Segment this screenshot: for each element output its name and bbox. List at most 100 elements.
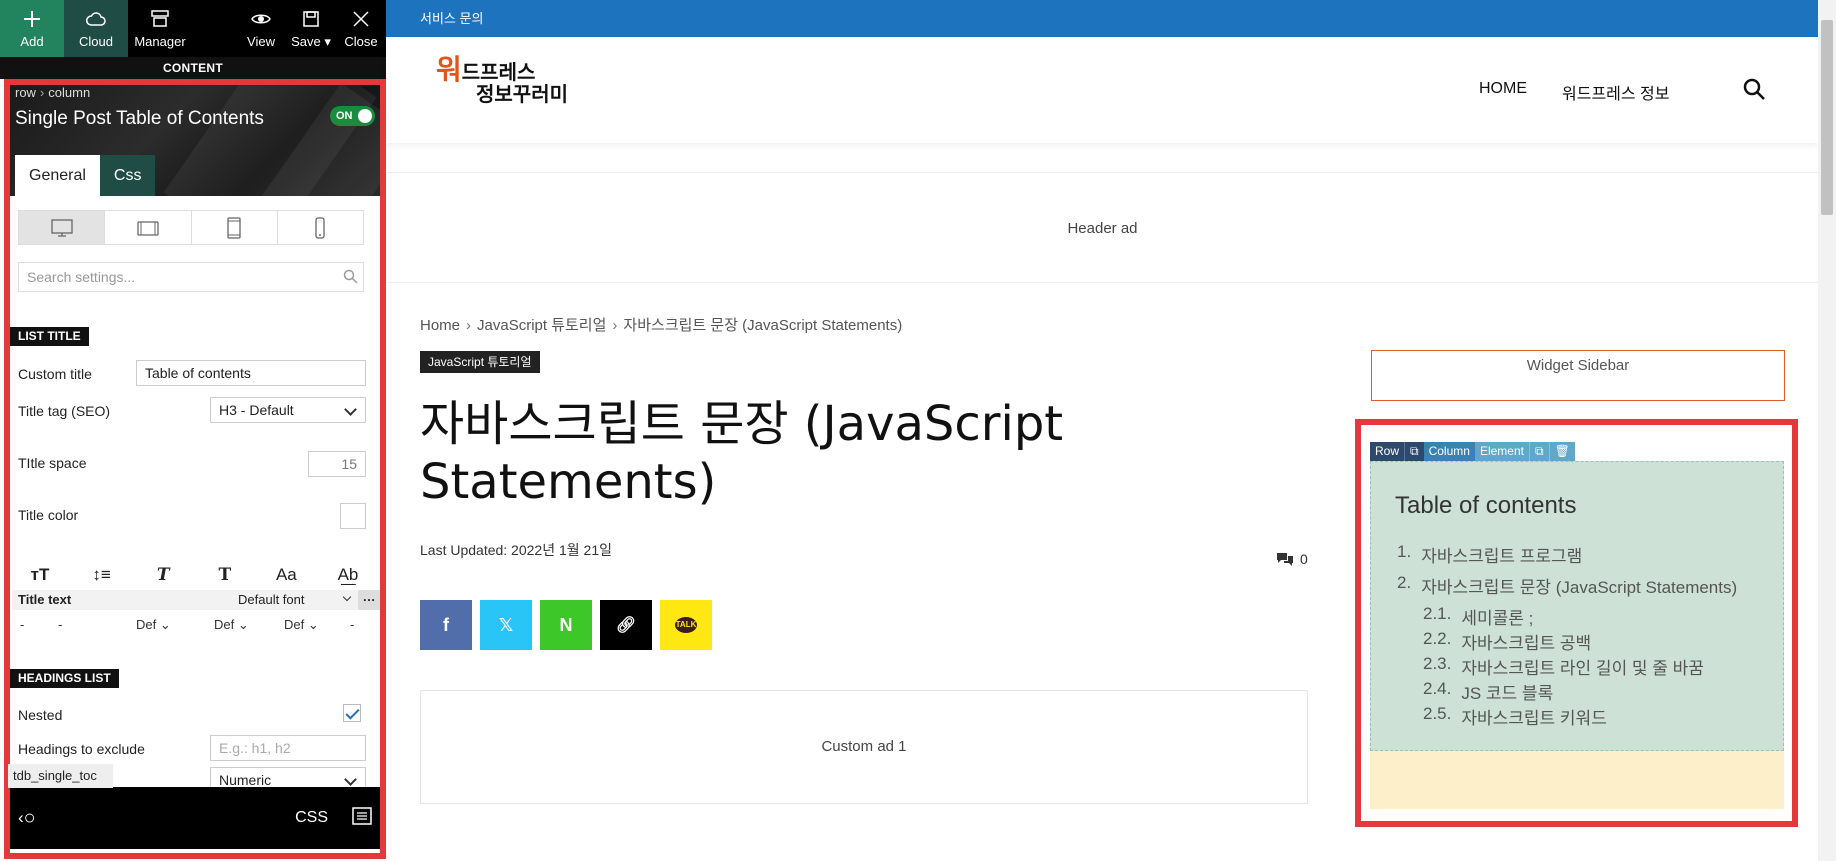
editor-toolbar: Add Cloud Manager View Save ▾ Close (0, 0, 386, 57)
toc-item[interactable]: 2. 자바스크립트 문장 (JavaScript Statements) (1397, 573, 1737, 604)
edit-row-button[interactable]: Row (1370, 442, 1405, 461)
save-button[interactable]: Save ▾ (286, 0, 336, 57)
tab-general[interactable]: General (15, 155, 100, 196)
device-tablet-landscape[interactable] (105, 211, 192, 244)
font-weight-icon[interactable]: T (209, 565, 241, 585)
toc-sub-item[interactable]: 2.3. 자바스크립트 라인 길이 및 줄 바꿈 (1397, 654, 1737, 679)
typography-values: - - Def ⌄ Def ⌄ Def ⌄ - (20, 617, 370, 633)
edit-element-button[interactable]: Element (1474, 442, 1529, 461)
duplicate-row-icon[interactable]: ⧉ (1404, 442, 1424, 461)
device-desktop[interactable] (19, 211, 106, 244)
font-style-value[interactable]: Def ⌄ (136, 617, 214, 633)
letter-spacing-value[interactable]: - (350, 617, 354, 633)
custom-title-label: Custom title (18, 366, 92, 382)
manager-button[interactable]: Manager (128, 0, 192, 57)
toc-sub-item[interactable]: 2.4. JS 코드 블록 (1397, 679, 1737, 704)
header-ad: Header ad (387, 172, 1818, 283)
tab-css[interactable]: Css (99, 155, 156, 196)
title-space-label: TItle space (18, 455, 87, 471)
close-icon (353, 11, 369, 27)
naver-share-button[interactable]: N (540, 600, 592, 650)
kakao-share-button[interactable]: TALK (660, 600, 712, 650)
scrollbar-thumb[interactable] (1821, 20, 1833, 215)
title-color-swatch[interactable] (340, 503, 366, 529)
search-icon (343, 269, 358, 284)
exclude-field[interactable]: E.g.: h1, h2 (210, 735, 366, 761)
widget-sidebar: Widget Sidebar (1371, 350, 1785, 401)
duplicate-element-icon[interactable]: ⧉ (1528, 442, 1549, 461)
font-weight-value[interactable]: Def ⌄ (214, 617, 284, 633)
title-space-input[interactable]: 15 (308, 451, 366, 477)
cloud-button[interactable]: Cloud (64, 0, 128, 57)
category-badge[interactable]: JavaScript 튜토리얼 (420, 351, 540, 373)
device-tablet-portrait[interactable] (192, 211, 278, 244)
last-updated: Last Updated: 2022년 1월 21일 (420, 542, 612, 558)
title-tag-value: H3 - Default (219, 402, 294, 418)
comments-icon (1277, 553, 1293, 566)
copy-link-button[interactable]: 🔗︎ (600, 600, 652, 650)
service-inquiry-link[interactable]: 서비스 문의 (420, 11, 483, 26)
x-share-button[interactable]: 𝕏 (480, 600, 532, 650)
manager-label: Manager (134, 34, 186, 49)
breadcrumb-category[interactable]: JavaScript 튜토리얼 (477, 317, 606, 334)
bottom-bar: ‹ ○ CSS (10, 787, 380, 849)
facebook-icon: f (443, 614, 449, 635)
more-options-icon[interactable]: … (358, 590, 380, 610)
line-height-value[interactable]: - (58, 617, 136, 633)
post-breadcrumb: Home › JavaScript 튜토리얼 › 자바스크립트 문장 (JavaScri… (420, 317, 903, 334)
site-topbar: 서비스 문의 (386, 0, 1818, 37)
toc-sub-item[interactable]: 2.5. 자바스크립트 키워드 (1397, 704, 1737, 729)
device-phone[interactable] (278, 211, 363, 244)
css-button[interactable]: CSS (295, 809, 328, 827)
view-button[interactable]: View (236, 0, 286, 57)
toc-item[interactable]: 1. 자바스크립트 프로그램 (1397, 542, 1737, 573)
add-label: Add (20, 34, 44, 49)
custom-title-field[interactable]: Table of contents (136, 360, 366, 386)
typography-icons: ᴛT ↕≡ T T Aa A͟b (24, 565, 364, 585)
letter-spacing-icon[interactable]: A͟b (332, 565, 364, 585)
home-circle-icon[interactable]: ○ (24, 807, 36, 830)
editor-panel: Add Cloud Manager View Save ▾ Close CONT… (0, 0, 386, 861)
crumb-column[interactable]: column (48, 85, 90, 100)
font-size-value[interactable]: - (20, 617, 58, 633)
element-toggle[interactable]: ON (330, 106, 375, 126)
page-scrollbar[interactable] (1818, 0, 1836, 861)
numbering-value: Numeric (219, 772, 272, 788)
text-transform-icon[interactable]: Aa (270, 565, 302, 585)
element-breadcrumb: row › column (15, 85, 91, 100)
line-height-icon[interactable]: ↕≡ (86, 565, 118, 585)
comment-number: 0 (1300, 551, 1308, 567)
element-header: row › column Single Post Table of Contents… (10, 85, 383, 196)
trash-icon[interactable]: 🗑︎ (1548, 442, 1575, 461)
close-button[interactable]: Close (336, 0, 386, 57)
site-logo[interactable]: 워드프레스 정보꾸러미 (436, 56, 568, 106)
title-text-label: Title text (18, 592, 72, 607)
settings-tabs: General Css (15, 155, 156, 196)
eye-icon (251, 14, 271, 24)
comment-count[interactable]: 0 (1276, 551, 1308, 567)
toc-sub-item[interactable]: 2.2. 자바스크립트 공백 (1397, 629, 1737, 654)
x-icon: 𝕏 (498, 614, 514, 635)
tablet-portrait-icon (227, 216, 241, 239)
text-transform-value[interactable]: Def ⌄ (284, 617, 350, 633)
nav-home[interactable]: HOME (1479, 80, 1527, 104)
nav-wordpress-info[interactable]: 워드프레스 정보 (1562, 80, 1670, 104)
list-icon[interactable] (352, 806, 372, 830)
font-style-icon[interactable]: T (147, 565, 179, 585)
facebook-share-button[interactable]: f (420, 600, 472, 650)
toc-sub-item[interactable]: 2.1. 세미콜론 ; (1397, 604, 1737, 629)
crumb-row[interactable]: row (15, 85, 36, 100)
add-button[interactable]: Add (0, 0, 64, 57)
nested-checkbox[interactable] (343, 704, 361, 722)
post-title: 자바스크립트 문장 (JavaScript Statements) (420, 396, 1064, 510)
font-size-icon[interactable]: ᴛT (24, 565, 56, 585)
cloud-icon (86, 12, 106, 26)
link-icon: 🔗︎ (615, 617, 637, 634)
search-icon[interactable] (1742, 77, 1766, 101)
title-tag-select[interactable]: H3 - Default (210, 397, 366, 423)
breadcrumb-home[interactable]: Home (420, 317, 460, 334)
title-font-select[interactable]: Default font (238, 592, 305, 607)
edit-column-button[interactable]: Column (1423, 442, 1475, 461)
search-settings-input[interactable]: Search settings... (18, 262, 364, 292)
nested-label: Nested (18, 707, 63, 723)
